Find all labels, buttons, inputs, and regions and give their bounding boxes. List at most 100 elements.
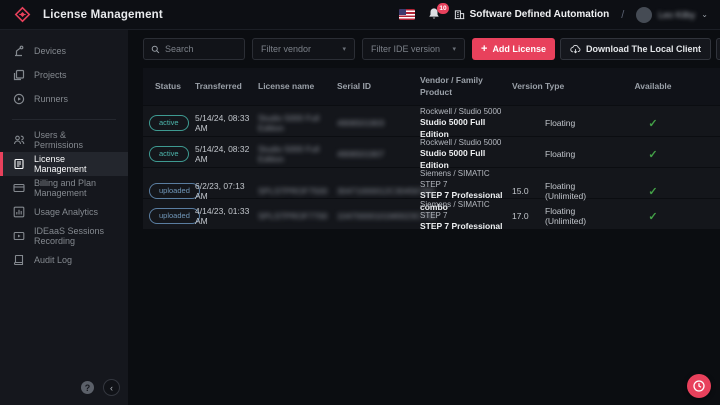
column-header-type: Type bbox=[545, 81, 606, 92]
sidebar-item-audit-log[interactable]: Audit Log bbox=[0, 248, 128, 272]
notifications-button[interactable]: 10 bbox=[427, 7, 442, 23]
license-name-cell-redacted: SPLSTPROF7500 bbox=[258, 186, 337, 196]
product-name: STEP 7 Professional bbox=[420, 221, 512, 233]
help-button[interactable]: ? bbox=[81, 381, 94, 394]
sidebar-item-license-management[interactable]: License Management bbox=[0, 152, 128, 176]
copy-icon bbox=[13, 69, 25, 81]
sidebar-divider bbox=[12, 119, 116, 120]
sidebar-item-devices[interactable]: Devices bbox=[0, 39, 128, 63]
version-cell: 15.0 bbox=[512, 186, 545, 196]
license-document-icon bbox=[13, 158, 25, 170]
add-license-label: Add License bbox=[492, 44, 546, 54]
breadcrumb-divider: / bbox=[621, 9, 624, 21]
sidebar-item-label: Audit Log bbox=[34, 255, 72, 265]
sidebar-item-label: Billing and Plan Management bbox=[34, 178, 115, 198]
vendor-cell: Rockwell / Studio 5000 Studio 5000 Full … bbox=[420, 137, 512, 172]
book-icon bbox=[13, 254, 25, 266]
user-menu[interactable]: Leo Kilby ⌄ bbox=[636, 7, 708, 23]
table-row[interactable]: uploaded 4/14/23, 01:33 AM SPLSTPROF7700… bbox=[143, 198, 720, 229]
sidebar-item-label: IDEaaS Sessions Recording bbox=[34, 226, 115, 246]
sidebar-item-billing[interactable]: Billing and Plan Management bbox=[0, 176, 128, 200]
table-row[interactable]: active 5/14/24, 08:33 AM Studio 5000 Ful… bbox=[143, 105, 720, 136]
available-check-icon: ✓ bbox=[648, 118, 657, 130]
user-name: Leo Kilby bbox=[658, 10, 695, 20]
main-content: Filter vendor ▾ Filter IDE version ▾ + A… bbox=[128, 30, 720, 405]
available-check-icon: ✓ bbox=[648, 149, 657, 161]
avatar bbox=[636, 7, 652, 23]
building-icon bbox=[454, 9, 465, 20]
sidebar-item-users-permissions[interactable]: Users & Permissions bbox=[0, 128, 128, 152]
table-body: active 5/14/24, 08:33 AM Studio 5000 Ful… bbox=[143, 105, 720, 229]
license-name-cell-redacted: SPLSTPROF7700 bbox=[258, 211, 337, 221]
download-local-client-button[interactable]: Download The Local Client bbox=[560, 38, 711, 60]
sidebar: Devices Projects Runners Users & Permiss… bbox=[0, 30, 128, 405]
status-cell: active bbox=[143, 115, 195, 131]
filter-ide-version-select[interactable]: Filter IDE version ▾ bbox=[362, 38, 465, 60]
language-flag-icon[interactable] bbox=[399, 9, 415, 20]
sidebar-item-label: Devices bbox=[34, 46, 66, 56]
status-badge: active bbox=[149, 115, 189, 131]
column-header-transferred: Transferred bbox=[195, 81, 258, 92]
type-cell: Floating bbox=[545, 149, 606, 159]
license-table: Status Transferred License name Serial I… bbox=[143, 68, 720, 229]
status-badge: uploaded bbox=[149, 208, 200, 224]
refresh-button[interactable]: ⟳ bbox=[716, 38, 720, 60]
collapse-sidebar-button[interactable]: ‹ bbox=[103, 379, 120, 396]
version-cell: 17.0 bbox=[512, 211, 545, 221]
transferred-cell: 6/2/23, 07:13 AM bbox=[195, 181, 258, 201]
notification-badge: 10 bbox=[437, 3, 448, 14]
sidebar-item-label: Users & Permissions bbox=[34, 130, 115, 150]
search-box[interactable] bbox=[143, 38, 245, 60]
sidebar-item-label: Runners bbox=[34, 94, 68, 104]
chevron-down-icon: ▾ bbox=[452, 45, 456, 53]
download-cloud-icon bbox=[570, 44, 581, 55]
page-title: License Management bbox=[43, 9, 163, 21]
license-name-cell-redacted: Studio 5000 Full Edition bbox=[258, 113, 337, 133]
transferred-cell: 5/14/24, 08:32 AM bbox=[195, 144, 258, 164]
table-row[interactable]: uploaded 6/2/23, 07:13 AM SPLSTPROF7500 … bbox=[143, 167, 720, 198]
transferred-cell: 4/14/23, 01:33 AM bbox=[195, 206, 258, 226]
plus-icon: + bbox=[481, 44, 487, 55]
column-header-license-name: License name bbox=[258, 81, 337, 92]
available-cell: ✓ bbox=[606, 210, 720, 223]
chevron-down-icon: ⌄ bbox=[701, 10, 708, 19]
org-switcher[interactable]: Software Defined Automation bbox=[454, 9, 610, 20]
table-row[interactable]: active 5/14/24, 08:32 AM Studio 5000 Ful… bbox=[143, 136, 720, 167]
vendor-cell: Rockwell / Studio 5000 Studio 5000 Full … bbox=[420, 106, 512, 141]
sidebar-item-label: License Management bbox=[34, 154, 115, 174]
available-check-icon: ✓ bbox=[648, 211, 657, 223]
top-bar: License Management 10 Software Defined A… bbox=[0, 0, 720, 30]
license-name-cell-redacted: Studio 5000 Full Edition bbox=[258, 144, 337, 164]
column-header-available: Available bbox=[606, 81, 720, 92]
filter-vendor-select[interactable]: Filter vendor ▾ bbox=[252, 38, 355, 60]
column-header-version: Version bbox=[512, 81, 545, 92]
serial-id-cell-redacted: 4906501903 bbox=[337, 118, 420, 128]
column-header-status: Status bbox=[143, 81, 195, 92]
available-cell: ✓ bbox=[606, 117, 720, 130]
download-client-label: Download The Local Client bbox=[586, 44, 701, 54]
toolbar: Filter vendor ▾ Filter IDE version ▾ + A… bbox=[143, 38, 720, 60]
vendor-family: Rockwell / Studio 5000 bbox=[420, 137, 512, 148]
available-cell: ✓ bbox=[606, 148, 720, 161]
add-license-button[interactable]: + Add License bbox=[472, 38, 555, 60]
sidebar-item-label: Usage Analytics bbox=[34, 207, 98, 217]
play-circle-icon bbox=[13, 93, 25, 105]
search-input[interactable] bbox=[165, 44, 237, 54]
sidebar-item-runners[interactable]: Runners bbox=[0, 87, 128, 111]
type-cell: Floating (Unlimited) bbox=[545, 181, 606, 201]
serial-id-cell-redacted: 4906501907 bbox=[337, 149, 420, 159]
available-check-icon: ✓ bbox=[648, 186, 657, 198]
serial-id-cell-redacted: 10470000101M0023C748 bbox=[337, 211, 420, 221]
status-badge: active bbox=[149, 146, 189, 162]
transferred-cell: 5/14/24, 08:33 AM bbox=[195, 113, 258, 133]
filter-vendor-label: Filter vendor bbox=[261, 44, 311, 54]
sidebar-item-projects[interactable]: Projects bbox=[0, 63, 128, 87]
sidebar-item-label: Projects bbox=[34, 70, 67, 80]
type-cell: Floating bbox=[545, 118, 606, 128]
robot-arm-icon bbox=[13, 45, 25, 57]
serial-id-cell-redacted: 30471000012C304567B9 bbox=[337, 186, 420, 196]
filter-ide-label: Filter IDE version bbox=[371, 44, 440, 54]
support-fab-button[interactable] bbox=[687, 374, 711, 398]
sidebar-item-ideaas-sessions-recording[interactable]: IDEaaS Sessions Recording bbox=[0, 224, 128, 248]
sidebar-item-usage-analytics[interactable]: Usage Analytics bbox=[0, 200, 128, 224]
